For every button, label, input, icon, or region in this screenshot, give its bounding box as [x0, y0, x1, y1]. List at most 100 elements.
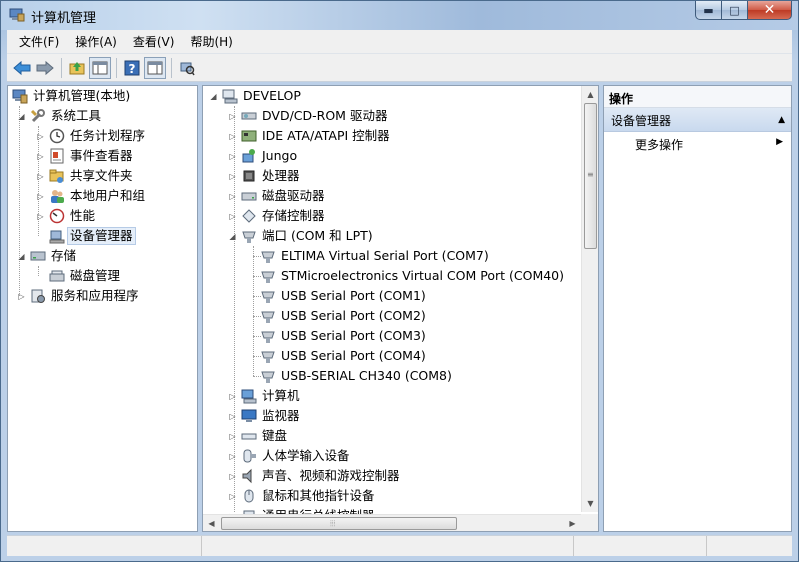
- expand-arrow-icon[interactable]: ▷: [228, 452, 237, 461]
- expand-arrow-icon[interactable]: ▷: [228, 192, 237, 201]
- expand-arrow-icon[interactable]: ▷: [36, 212, 45, 221]
- scroll-up-button[interactable]: ▲: [582, 86, 598, 103]
- menu-file[interactable]: 文件(F): [11, 33, 67, 50]
- expand-arrow-icon[interactable]: ▷: [228, 132, 237, 141]
- menu-action[interactable]: 操作(A): [67, 33, 125, 50]
- clock-icon: [49, 128, 65, 144]
- tree-item-event-viewer[interactable]: ▷ 事件查看器: [36, 146, 133, 166]
- horizontal-scrollbar[interactable]: ◀ ⦙⦙⦙ ▶: [203, 514, 581, 531]
- expand-arrow-icon[interactable]: ▷: [228, 432, 237, 441]
- disk-drive-icon: [241, 188, 257, 204]
- device-tree-item[interactable]: ▷ 人体学输入设备: [228, 446, 349, 466]
- expand-arrow-icon[interactable]: ▷: [36, 192, 45, 201]
- device-tree-item[interactable]: ▷ DVD/CD-ROM 驱动器: [228, 106, 387, 126]
- expand-arrow-icon[interactable]: ▷: [228, 172, 237, 181]
- tree-item-storage[interactable]: ◢ 存储: [17, 246, 76, 266]
- tree-item-label: USB Serial Port (COM1): [281, 288, 426, 303]
- expand-arrow-icon[interactable]: ▷: [228, 472, 237, 481]
- title-bar[interactable]: 计算机管理 ▬ □ ✕: [1, 1, 798, 30]
- device-tree-item[interactable]: ▷ 存储控制器: [228, 206, 324, 226]
- device-tree-item[interactable]: USB-SERIAL CH340 (COM8): [247, 366, 452, 386]
- expand-arrow-icon[interactable]: ▷: [228, 112, 237, 121]
- monitor-icon: [241, 408, 257, 424]
- more-actions-link[interactable]: 更多操作: [635, 136, 683, 153]
- tree-item-services-applications[interactable]: ▷ 服务和应用程序: [17, 286, 139, 306]
- console-tree-pane[interactable]: 计算机管理(本地) ◢ 系统工具 ▷ 任务计划程序 ▷ 事件查看器 ▷ 共享文件…: [7, 85, 198, 532]
- tree-item-computer-management[interactable]: 计算机管理(本地): [12, 86, 130, 106]
- collapse-arrow-icon[interactable]: ◢: [17, 112, 26, 121]
- status-segment: [7, 536, 202, 556]
- collapse-arrow-icon[interactable]: ◢: [209, 92, 218, 101]
- expand-arrow-icon[interactable]: ▷: [228, 152, 237, 161]
- event-viewer-icon: [49, 148, 65, 164]
- menu-view[interactable]: 查看(V): [125, 33, 183, 50]
- tree-item-disk-management[interactable]: 磁盘管理: [36, 266, 120, 286]
- device-tree-item[interactable]: ELTIMA Virtual Serial Port (COM7): [247, 246, 489, 266]
- forward-button[interactable]: [34, 57, 56, 79]
- scroll-right-button[interactable]: ▶: [564, 515, 581, 531]
- device-tree-item[interactable]: USB Serial Port (COM3): [247, 326, 426, 346]
- toolbar-separator: [61, 57, 62, 78]
- collapse-arrow-icon[interactable]: ◢: [228, 232, 237, 241]
- port-icon: [260, 368, 276, 384]
- tree-item-local-users-groups[interactable]: ▷ 本地用户和组: [36, 186, 145, 206]
- close-button[interactable]: ✕: [748, 1, 792, 20]
- device-tree-item[interactable]: STMicroelectronics Virtual COM Port (COM…: [247, 266, 564, 286]
- submenu-arrow-icon[interactable]: ▶: [776, 137, 783, 147]
- maximize-button[interactable]: □: [722, 1, 748, 20]
- expand-arrow-icon[interactable]: ▷: [228, 392, 237, 401]
- properties-button[interactable]: [144, 56, 166, 79]
- computer-icon: [241, 388, 257, 404]
- device-tree-item[interactable]: ▷ 磁盘驱动器: [228, 186, 324, 206]
- expand-arrow-icon[interactable]: ▷: [36, 132, 45, 141]
- show-hide-tree-button[interactable]: [89, 56, 111, 79]
- port-icon: [260, 328, 276, 344]
- forward-arrow-icon: [36, 60, 54, 75]
- help-button[interactable]: ?: [121, 57, 143, 79]
- tree-item-task-scheduler[interactable]: ▷ 任务计划程序: [36, 126, 145, 146]
- device-tree-item[interactable]: ▷ IDE ATA/ATAPI 控制器: [228, 126, 389, 146]
- menu-help[interactable]: 帮助(H): [182, 33, 240, 50]
- device-tree-item[interactable]: ▷ 鼠标和其他指针设备: [228, 486, 374, 506]
- tree-item-label: 声音、视频和游戏控制器: [262, 468, 400, 483]
- scan-hardware-button[interactable]: [176, 57, 198, 79]
- device-tree-item[interactable]: USB Serial Port (COM4): [247, 346, 426, 366]
- expand-arrow-icon[interactable]: ▷: [228, 412, 237, 421]
- status-segment: [574, 536, 707, 556]
- device-tree-item[interactable]: USB Serial Port (COM2): [247, 306, 426, 326]
- expand-arrow-icon[interactable]: ▷: [228, 212, 237, 221]
- expand-arrow-icon[interactable]: ▷: [17, 292, 26, 301]
- device-tree-item[interactable]: ▷ 计算机: [228, 386, 300, 406]
- tools-icon: [30, 108, 46, 124]
- horizontal-scroll-thumb[interactable]: ⦙⦙⦙: [221, 517, 457, 530]
- collapse-arrow-icon[interactable]: ◢: [17, 252, 26, 261]
- device-tree-item[interactable]: ▷ 键盘: [228, 426, 287, 446]
- device-tree-item[interactable]: ▷ Jungo: [228, 146, 297, 166]
- scroll-left-button[interactable]: ◀: [203, 515, 220, 531]
- tree-item-device-manager[interactable]: 设备管理器: [36, 226, 136, 246]
- expand-arrow-icon[interactable]: ▷: [36, 172, 45, 181]
- minimize-button[interactable]: ▬: [695, 1, 722, 20]
- collapse-section-icon[interactable]: ▲: [778, 115, 785, 125]
- scroll-down-button[interactable]: ▼: [582, 495, 598, 512]
- menu-bar: 文件(F) 操作(A) 查看(V) 帮助(H): [7, 30, 792, 54]
- tree-item-root-develop[interactable]: ◢ DEVELOP: [209, 86, 301, 106]
- tree-item-shared-folders[interactable]: ▷ 共享文件夹: [36, 166, 133, 186]
- device-tree-item[interactable]: ▷ 处理器: [228, 166, 299, 186]
- device-tree-pane[interactable]: ◢ DEVELOP ▷ DVD/CD-ROM 驱动器 ▷ IDE ATA/ATAPI …: [202, 85, 599, 532]
- back-button[interactable]: [11, 57, 33, 79]
- vertical-scroll-thumb[interactable]: ≡: [584, 103, 597, 249]
- tree-item-system-tools[interactable]: ◢ 系统工具: [17, 106, 101, 126]
- services-icon: [30, 288, 46, 304]
- expand-arrow-icon[interactable]: ▷: [228, 492, 237, 501]
- device-tree-item[interactable]: ◢ 端口 (COM 和 LPT): [228, 226, 373, 246]
- toolbar-separator: [171, 57, 172, 78]
- up-button[interactable]: [66, 57, 88, 79]
- device-tree-item[interactable]: USB Serial Port (COM1): [247, 286, 426, 306]
- device-tree-item[interactable]: ▷ 声音、视频和游戏控制器: [228, 466, 400, 486]
- expand-arrow-icon[interactable]: ▷: [36, 152, 45, 161]
- tree-item-performance[interactable]: ▷ 性能: [36, 206, 95, 226]
- device-tree-item[interactable]: ▷ 监视器: [228, 406, 299, 426]
- actions-section-device-manager[interactable]: 设备管理器 ▲: [604, 108, 791, 132]
- vertical-scrollbar[interactable]: ▲ ≡ ▼: [581, 86, 598, 512]
